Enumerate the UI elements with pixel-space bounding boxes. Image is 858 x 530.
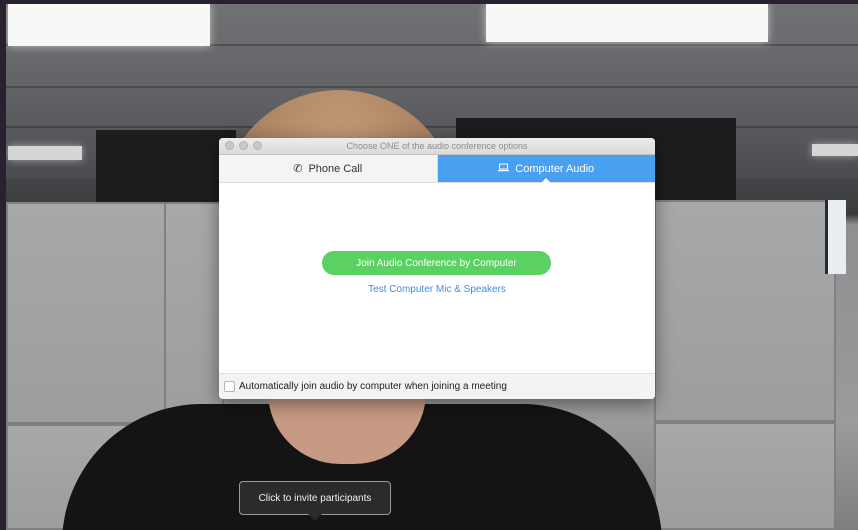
window bbox=[825, 200, 846, 274]
auto-join-checkbox[interactable] bbox=[224, 381, 235, 392]
tab-label: Computer Audio bbox=[515, 162, 595, 175]
ceiling-light bbox=[486, 4, 768, 42]
tab-phone-call[interactable]: ✆ Phone Call bbox=[219, 155, 438, 182]
invite-tooltip[interactable]: Click to invite participants bbox=[239, 481, 391, 521]
dialog-title: Choose ONE of the audio conference optio… bbox=[346, 141, 528, 151]
dialog-titlebar[interactable]: Choose ONE of the audio conference optio… bbox=[219, 138, 655, 155]
dialog-footer: Automatically join audio by computer whe… bbox=[219, 373, 655, 399]
ceiling-light bbox=[8, 146, 82, 160]
audio-options-dialog: Choose ONE of the audio conference optio… bbox=[219, 138, 655, 399]
test-mic-speakers-link[interactable]: Test Computer Mic & Speakers bbox=[219, 284, 655, 295]
close-window-button[interactable] bbox=[225, 141, 234, 150]
auto-join-label[interactable]: Automatically join audio by computer whe… bbox=[239, 381, 507, 392]
laptop-icon bbox=[498, 163, 510, 175]
back-wall bbox=[96, 130, 236, 202]
zoom-window-button[interactable] bbox=[253, 141, 262, 150]
invite-tooltip-text: Click to invite participants bbox=[258, 492, 372, 504]
cubicle-panel bbox=[6, 202, 168, 424]
dialog-body: Join Audio Conference by Computer Test C… bbox=[219, 183, 655, 373]
ceiling-light bbox=[8, 4, 210, 46]
join-audio-button[interactable]: Join Audio Conference by Computer bbox=[322, 251, 551, 275]
tab-computer-audio[interactable]: Computer Audio bbox=[437, 155, 655, 183]
cubicle-panel bbox=[654, 422, 836, 530]
ceiling-light bbox=[812, 144, 858, 156]
cubicle-panel bbox=[654, 200, 836, 422]
minimize-window-button[interactable] bbox=[239, 141, 248, 150]
cubicle-panel bbox=[164, 202, 224, 430]
audio-tabs: ✆ Phone Call Computer Audio bbox=[219, 155, 655, 183]
window-controls bbox=[225, 141, 262, 150]
phone-icon: ✆ bbox=[293, 163, 303, 175]
tab-label: Phone Call bbox=[308, 162, 363, 175]
